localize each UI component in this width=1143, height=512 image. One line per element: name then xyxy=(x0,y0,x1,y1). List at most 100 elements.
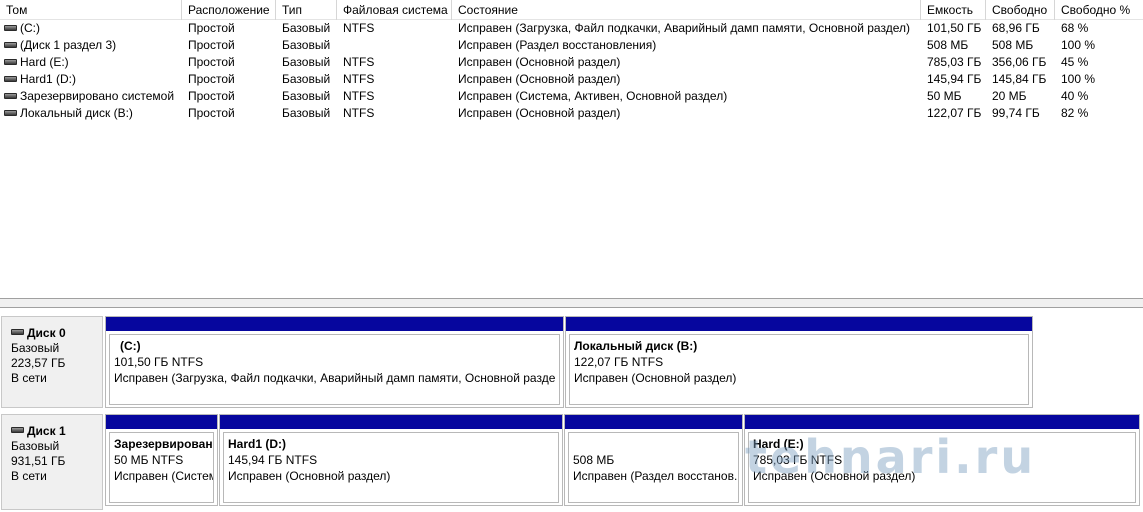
cell-capacity: 50 МБ xyxy=(927,89,962,103)
partition-size: 122,07 ГБ NTFS xyxy=(574,355,664,369)
disk-info-0[interactable]: Диск 0 Базовый 223,57 ГБ В сети xyxy=(1,316,103,408)
cell-layout: Простой xyxy=(188,38,235,52)
partition-status: Исправен (Основной раздел) xyxy=(228,469,391,483)
table-row[interactable]: Локальный диск (B:) Простой Базовый NTFS… xyxy=(0,105,1143,122)
column-header-row: Том Расположение Тип Файловая система Со… xyxy=(0,0,1143,20)
column-header-filesystem[interactable]: Файловая система xyxy=(337,0,452,20)
disk-state: В сети xyxy=(11,371,47,385)
partition-size: 508 МБ xyxy=(573,453,615,467)
cell-free: 508 МБ xyxy=(992,38,1034,52)
column-header-status[interactable]: Состояние xyxy=(452,0,921,20)
disk-size: 931,51 ГБ xyxy=(11,454,66,468)
cell-free: 356,06 ГБ xyxy=(992,55,1047,69)
table-row[interactable]: Hard (E:) Простой Базовый NTFS Исправен … xyxy=(0,54,1143,71)
disk-icon xyxy=(11,427,24,433)
table-row[interactable]: Hard1 (D:) Простой Базовый NTFS Исправен… xyxy=(0,71,1143,88)
partition-bar xyxy=(106,317,563,331)
cell-volume: Зарезервировано системой xyxy=(4,88,180,105)
cell-layout: Простой xyxy=(188,55,235,69)
cell-filesystem: NTFS xyxy=(343,89,375,103)
cell-free-percent: 45 % xyxy=(1061,55,1089,69)
column-header-capacity[interactable]: Емкость xyxy=(921,0,986,20)
cell-free-percent: 100 % xyxy=(1061,72,1096,86)
disk-info-1[interactable]: Диск 1 Базовый 931,51 ГБ В сети xyxy=(1,414,103,510)
partition-bar xyxy=(566,317,1032,331)
cell-status: Исправен (Загрузка, Файл подкачки, Авари… xyxy=(458,21,910,35)
column-header-type[interactable]: Тип xyxy=(276,0,337,20)
column-header-free[interactable]: Свободно xyxy=(986,0,1055,20)
cell-free-percent: 82 % xyxy=(1061,106,1089,120)
partition-name xyxy=(573,436,738,452)
cell-status: Исправен (Основной раздел) xyxy=(458,106,621,120)
partition-body: 508 МБ Исправен (Раздел восстанов. xyxy=(568,432,739,503)
pane-splitter[interactable] xyxy=(0,298,1143,308)
partition-c[interactable]: (C:) 101,50 ГБ NTFS Исправен (Загрузка, … xyxy=(105,316,564,408)
disk-type: Базовый xyxy=(11,341,60,355)
partition-body: (C:) 101,50 ГБ NTFS Исправен (Загрузка, … xyxy=(109,334,560,405)
drive-icon xyxy=(4,76,17,82)
partition-name: Зарезервирован xyxy=(114,437,213,451)
disk-title: Диск 1 xyxy=(11,424,102,439)
cell-free: 20 МБ xyxy=(992,89,1027,103)
cell-layout: Простой xyxy=(188,72,235,86)
cell-capacity: 785,03 ГБ xyxy=(927,55,982,69)
cell-layout: Простой xyxy=(188,89,235,103)
watermark: tehnari.ru xyxy=(745,430,1037,484)
partition-bar xyxy=(745,415,1139,429)
column-header-free-percent[interactable]: Свободно % xyxy=(1055,0,1143,20)
partition-size: 145,94 ГБ NTFS xyxy=(228,453,318,467)
column-header-layout[interactable]: Расположение xyxy=(182,0,276,20)
cell-type: Базовый xyxy=(282,106,331,120)
cell-status: Исправен (Раздел восстановления) xyxy=(458,38,657,52)
cell-status: Исправен (Основной раздел) xyxy=(458,55,621,69)
table-row[interactable]: (C:) Простой Базовый NTFS Исправен (Загр… xyxy=(0,20,1143,37)
table-row[interactable]: (Диск 1 раздел 3) Простой Базовый Исправ… xyxy=(0,37,1143,54)
partition-status: Исправен (Раздел восстанов. xyxy=(573,469,738,483)
disk-icon xyxy=(11,329,24,335)
drive-icon xyxy=(4,59,17,65)
partition-bar xyxy=(106,415,217,429)
volume-list: Том Расположение Тип Файловая система Со… xyxy=(0,0,1143,298)
partition-status: Исправен (Систем xyxy=(114,469,214,483)
partition-name: (C:) xyxy=(120,339,141,353)
cell-free-percent: 100 % xyxy=(1061,38,1096,52)
cell-volume: Hard1 (D:) xyxy=(4,71,180,88)
disk-title: Диск 0 xyxy=(11,326,102,341)
cell-filesystem: NTFS xyxy=(343,72,375,86)
cell-volume: Локальный диск (B:) xyxy=(4,105,180,122)
partition-recovery[interactable]: 508 МБ Исправен (Раздел восстанов. xyxy=(564,414,743,506)
partition-size: 50 МБ NTFS xyxy=(114,453,184,467)
cell-filesystem xyxy=(343,37,453,54)
drive-icon xyxy=(4,42,17,48)
drive-icon xyxy=(4,110,17,116)
disk-size: 223,57 ГБ xyxy=(11,356,66,370)
cell-capacity: 508 МБ xyxy=(927,38,969,52)
cell-capacity: 122,07 ГБ xyxy=(927,106,982,120)
partition-name: Локальный диск (B:) xyxy=(574,339,698,353)
partition-b[interactable]: Локальный диск (B:) 122,07 ГБ NTFS Испра… xyxy=(565,316,1033,408)
partition-body: Зарезервирован 50 МБ NTFS Исправен (Сист… xyxy=(109,432,214,503)
cell-free-percent: 40 % xyxy=(1061,89,1089,103)
cell-filesystem: NTFS xyxy=(343,21,375,35)
column-header-volume[interactable]: Том xyxy=(0,0,182,20)
disk-row-0: Диск 0 Базовый 223,57 ГБ В сети (C:) 101… xyxy=(0,316,1143,408)
cell-volume: Hard (E:) xyxy=(4,54,180,71)
cell-volume: (C:) xyxy=(4,20,180,37)
cell-type: Базовый xyxy=(282,38,331,52)
partition-d[interactable]: Hard1 (D:) 145,94 ГБ NTFS Исправен (Осно… xyxy=(219,414,563,506)
cell-capacity: 101,50 ГБ xyxy=(927,21,982,35)
cell-capacity: 145,94 ГБ xyxy=(927,72,982,86)
cell-layout: Простой xyxy=(188,106,235,120)
cell-type: Базовый xyxy=(282,55,331,69)
drive-icon xyxy=(4,93,17,99)
cell-filesystem: NTFS xyxy=(343,106,375,120)
disk-type: Базовый xyxy=(11,439,60,453)
partition-status: Исправен (Загрузка, Файл подкачки, Авари… xyxy=(114,371,556,385)
partition-system-reserved[interactable]: Зарезервирован 50 МБ NTFS Исправен (Сист… xyxy=(105,414,218,506)
partition-body: Локальный диск (B:) 122,07 ГБ NTFS Испра… xyxy=(569,334,1029,405)
partition-name: Hard1 (D:) xyxy=(228,437,287,451)
cell-filesystem: NTFS xyxy=(343,55,375,69)
cell-status: Исправен (Система, Активен, Основной раз… xyxy=(458,89,728,103)
cell-free: 68,96 ГБ xyxy=(992,21,1040,35)
table-row[interactable]: Зарезервировано системой Простой Базовый… xyxy=(0,88,1143,105)
